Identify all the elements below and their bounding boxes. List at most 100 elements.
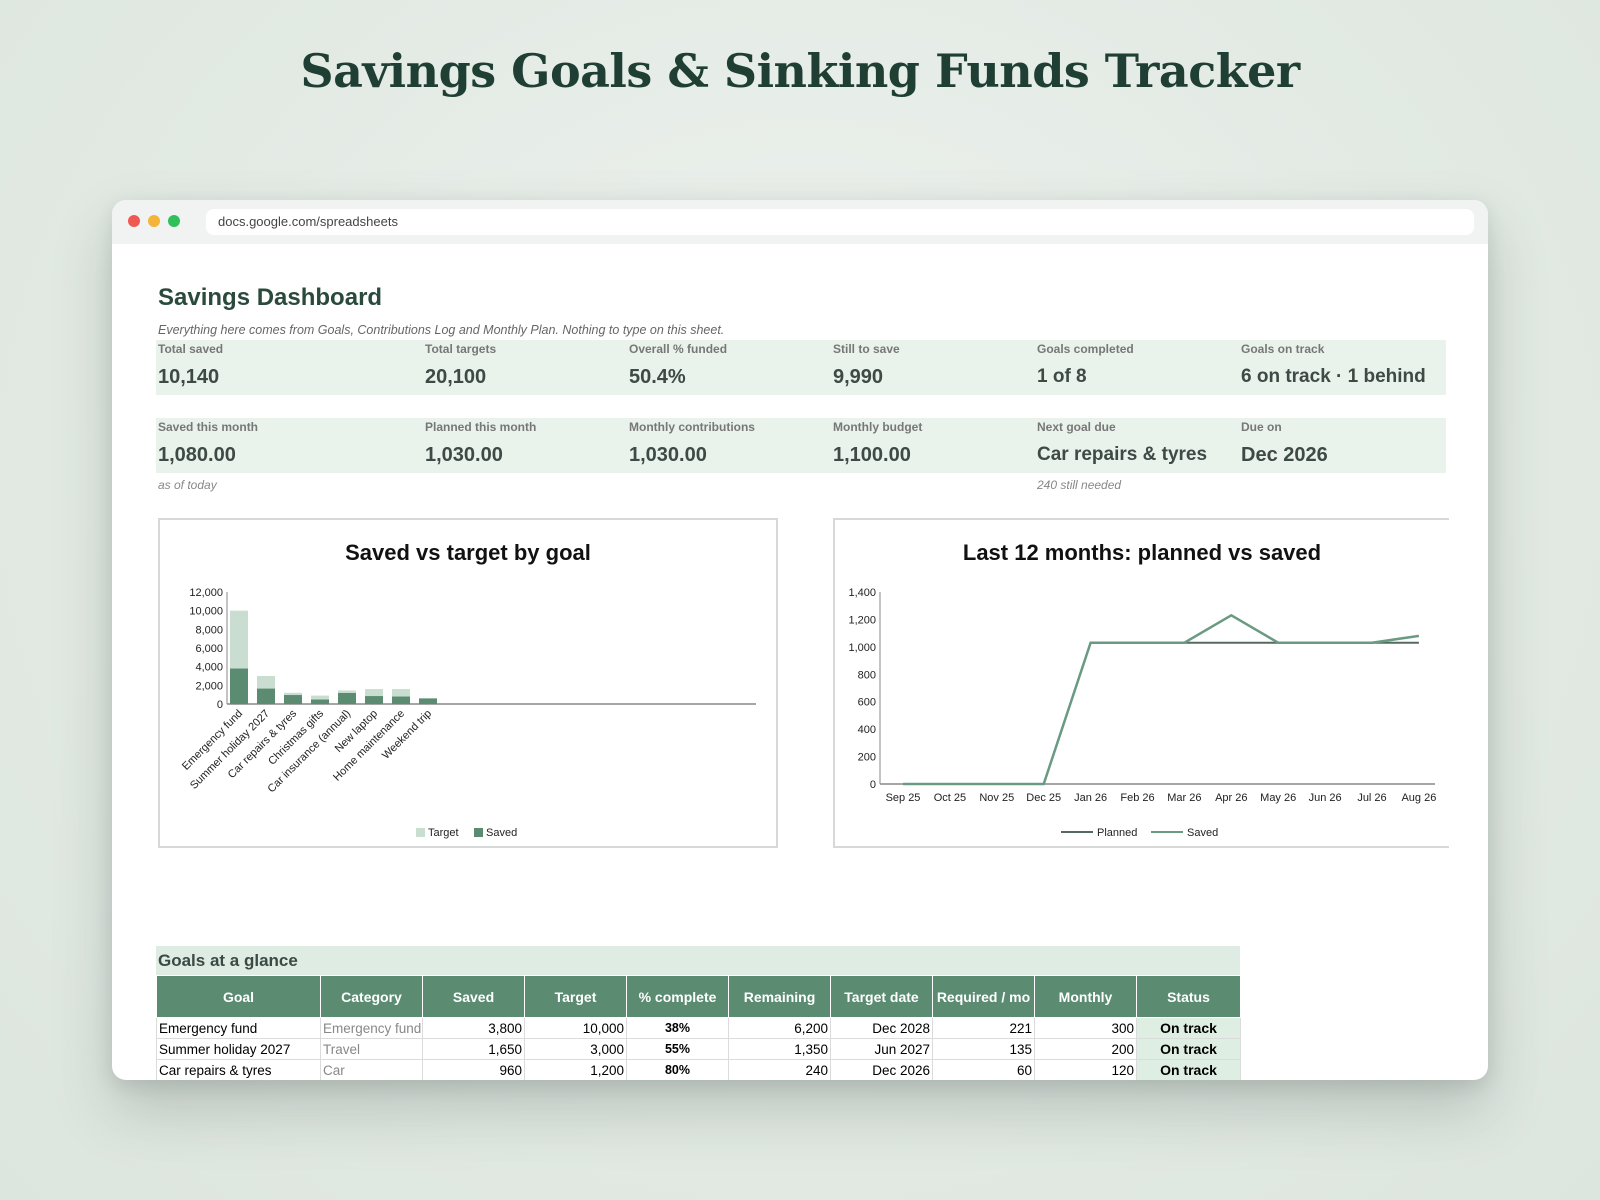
series-line-saved: [903, 613, 1420, 786]
table-row[interactable]: Car repairs & tyres Car 960 1,200 80% 240 Dec …: [156, 1059, 1241, 1080]
monthly-cell[interactable]: 300: [1034, 1017, 1137, 1039]
category-cell[interactable]: Car: [320, 1059, 423, 1080]
address-bar[interactable]: docs.google.com/spreadsheets: [206, 209, 1474, 235]
goal-cell[interactable]: Emergency fund: [156, 1017, 321, 1039]
saved-cell[interactable]: 3,800: [422, 1017, 525, 1039]
kpi-value: 1,080.00: [158, 444, 236, 466]
kpi-row-totals: Total saved 10,140 Total targets 20,100 …: [156, 340, 1446, 395]
target-cell[interactable]: 3,000: [524, 1038, 627, 1060]
table-header-row: Goal Category Saved Target % complete Re…: [156, 975, 1241, 1018]
target-cell[interactable]: 10,000: [524, 1017, 627, 1039]
y-tick-label: 800: [858, 669, 876, 681]
required-per-month-cell[interactable]: 221: [932, 1017, 1035, 1039]
x-tick-label: Feb 26: [1120, 792, 1154, 804]
kpi-value: 50.4%: [629, 366, 686, 388]
kpi-label: Total saved: [158, 342, 224, 356]
x-tick-label: Jul 26: [1357, 792, 1386, 804]
legend-swatch-saved: [474, 828, 483, 837]
saved-cell[interactable]: 1,650: [422, 1038, 525, 1060]
column-header[interactable]: % complete: [626, 975, 729, 1018]
line-chart-canvas: 1,400 1,200 1,000 800 600 400 200 0 Sep 25 Oct 25…: [848, 587, 1436, 839]
status-cell[interactable]: On track: [1136, 1038, 1241, 1060]
bar-saved: [284, 695, 302, 704]
kpi-value: 1,100.00: [833, 444, 911, 466]
spreadsheet-sheet: Savings Dashboard Everything here comes …: [112, 244, 1488, 1080]
y-tick-label: 4,000: [195, 662, 223, 674]
table-row[interactable]: Summer holiday 2027 Travel 1,650 3,000 55% 1,…: [156, 1038, 1241, 1060]
target-date-cell[interactable]: Dec 2028: [830, 1017, 933, 1039]
series-line-planned: [903, 641, 1419, 785]
table-caption: Goals at a glance: [156, 946, 1240, 975]
saved-cell[interactable]: 960: [422, 1059, 525, 1080]
remaining-cell[interactable]: 1,350: [728, 1038, 831, 1060]
minimize-window-icon[interactable]: [148, 215, 160, 227]
x-tick-label: Aug 26: [1401, 792, 1436, 804]
target-date-cell[interactable]: Jun 2027: [830, 1038, 933, 1060]
y-tick-label: 6,000: [195, 643, 223, 655]
category-cell[interactable]: Emergency fund: [320, 1017, 423, 1039]
monthly-cell[interactable]: 200: [1034, 1038, 1137, 1060]
column-header[interactable]: Category: [320, 975, 423, 1018]
status-cell[interactable]: On track: [1136, 1059, 1241, 1080]
goal-cell[interactable]: Car repairs & tyres: [156, 1059, 321, 1080]
goal-cell[interactable]: Summer holiday 2027: [156, 1038, 321, 1060]
y-tick-label: 600: [858, 697, 876, 709]
remaining-cell[interactable]: 6,200: [728, 1017, 831, 1039]
kpi-value: 20,100: [425, 366, 487, 388]
y-tick-label: 2,000: [195, 680, 223, 692]
kpi-note-still-needed: 240 still needed: [1037, 478, 1122, 492]
kpi-value: Car repairs & tyres: [1037, 444, 1208, 465]
target-cell[interactable]: 1,200: [524, 1059, 627, 1080]
required-per-month-cell[interactable]: 135: [932, 1038, 1035, 1060]
category-cell[interactable]: Travel: [320, 1038, 423, 1060]
table-row[interactable]: Emergency fund Emergency fund 3,800 10,000 3…: [156, 1017, 1241, 1039]
percent-complete-cell[interactable]: 80%: [626, 1059, 729, 1080]
x-tick-label: Oct 25: [934, 792, 966, 804]
legend-swatch-target: [416, 828, 425, 837]
goals-at-a-glance: Goals at a glance Goal Category Saved Ta…: [156, 946, 1241, 1080]
column-header[interactable]: Target date: [830, 975, 933, 1018]
bar-saved: [419, 698, 437, 704]
kpi-label: Overall % funded: [629, 342, 728, 356]
maximize-window-icon[interactable]: [168, 215, 180, 227]
remaining-cell[interactable]: 240: [728, 1059, 831, 1080]
target-date-cell[interactable]: Dec 2026: [830, 1059, 933, 1080]
x-tick-label: Dec 25: [1026, 792, 1061, 804]
bar-saved: [257, 688, 275, 704]
percent-complete-cell[interactable]: 55%: [626, 1038, 729, 1060]
kpi-label: Next goal due: [1037, 420, 1116, 434]
kpi-value: 1,030.00: [425, 444, 503, 466]
y-tick-label: 1,000: [848, 642, 876, 654]
kpi-value: 1,030.00: [629, 444, 707, 466]
close-window-icon[interactable]: [128, 215, 140, 227]
bar-chart-saved-vs-target[interactable]: Saved vs target by goal 12,000 10,000 8,00…: [158, 518, 778, 848]
kpi-label: Monthly contributions: [629, 420, 755, 434]
kpi-value: Dec 2026: [1241, 444, 1328, 466]
percent-complete-cell[interactable]: 38%: [626, 1017, 729, 1039]
column-header[interactable]: Status: [1136, 975, 1241, 1018]
kpi-value: 6 on track · 1 behind: [1241, 366, 1426, 387]
browser-toolbar: docs.google.com/spreadsheets: [112, 200, 1488, 244]
column-header[interactable]: Goal: [156, 975, 321, 1018]
line-chart-planned-vs-saved[interactable]: Last 12 months: planned vs saved 1,400 1,…: [833, 518, 1449, 848]
bar-saved: [365, 696, 383, 704]
kpi-note-as-of-today: as of today: [158, 478, 217, 492]
bar-chart-canvas: 12,00010,0008,0006,0004,0002,0000Emergen…: [180, 587, 756, 839]
kpi-label: Planned this month: [425, 420, 537, 434]
kpi-value: 10,140: [158, 366, 220, 388]
kpi-row-monthly: Saved this month 1,080.00 Planned this m…: [156, 418, 1446, 473]
column-header[interactable]: Target: [524, 975, 627, 1018]
x-tick-label: May 26: [1260, 792, 1296, 804]
column-header[interactable]: Required / mo: [932, 975, 1035, 1018]
bar-saved: [230, 668, 248, 704]
column-header[interactable]: Saved: [422, 975, 525, 1018]
bar-saved: [392, 696, 410, 704]
kpi-label: Saved this month: [158, 420, 259, 434]
monthly-cell[interactable]: 120: [1034, 1059, 1137, 1080]
kpi-value: 9,990: [833, 366, 884, 388]
status-cell[interactable]: On track: [1136, 1017, 1241, 1039]
column-header[interactable]: Remaining: [728, 975, 831, 1018]
required-per-month-cell[interactable]: 60: [932, 1059, 1035, 1080]
x-tick-label: Sep 25: [886, 792, 921, 804]
column-header[interactable]: Monthly: [1034, 975, 1137, 1018]
